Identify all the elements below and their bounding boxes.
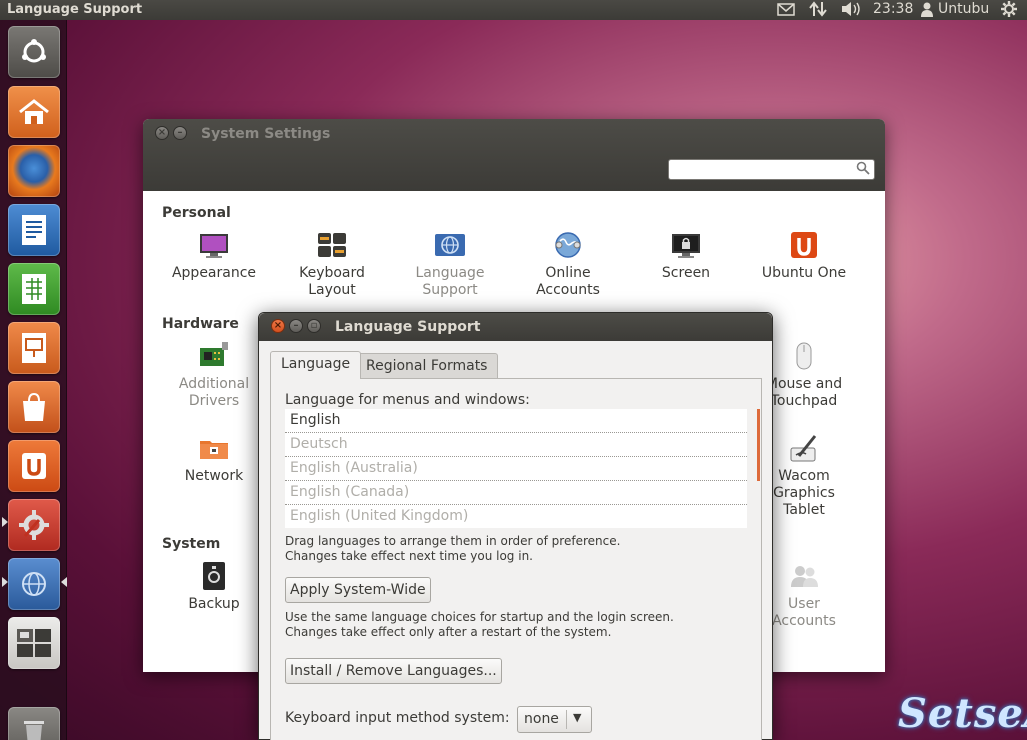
settings-item-ubuntu-one[interactable]: Ubuntu One bbox=[749, 229, 859, 282]
tab-regional-formats[interactable]: Regional Formats bbox=[355, 353, 499, 380]
monitor-appearance-icon bbox=[198, 229, 230, 261]
power-gear-icon[interactable] bbox=[1000, 0, 1018, 22]
language-support-dialog: × – ▫ Language Support Regional Formats … bbox=[258, 312, 773, 740]
search-input[interactable] bbox=[668, 159, 875, 180]
language-list-label: Language for menus and windows: bbox=[285, 392, 530, 408]
language-support-button[interactable] bbox=[8, 558, 60, 610]
settings-item-keyboard-layout[interactable]: Keyboard Layout bbox=[277, 229, 387, 299]
install-remove-languages-button[interactable]: Install / Remove Languages... bbox=[285, 658, 502, 684]
settings-item-screen[interactable]: Screen bbox=[631, 229, 741, 282]
libreoffice-impress-button[interactable] bbox=[8, 322, 60, 374]
user-name[interactable]: Untubu bbox=[938, 1, 989, 17]
mail-icon[interactable] bbox=[776, 0, 796, 22]
language-support-titlebar: × – ▫ Language Support bbox=[259, 313, 772, 341]
section-personal: Personal bbox=[162, 205, 231, 221]
list-item[interactable]: English (Australia) bbox=[285, 457, 747, 481]
ubuntu-logo-icon bbox=[8, 26, 60, 78]
section-system: System bbox=[162, 536, 221, 552]
apply-note-line2: Changes take effect only after a restart… bbox=[285, 625, 612, 639]
home-folder-icon bbox=[8, 86, 60, 138]
settings-item-online-accounts[interactable]: Online Accounts bbox=[513, 229, 623, 299]
calc-spreadsheet-icon bbox=[8, 263, 60, 315]
libreoffice-writer-button[interactable] bbox=[8, 204, 60, 256]
settings-item-appearance[interactable]: Appearance bbox=[159, 229, 269, 282]
home-folder-button[interactable] bbox=[8, 86, 60, 138]
section-hardware: Hardware bbox=[162, 316, 239, 332]
input-method-select[interactable]: none ▼ bbox=[517, 706, 592, 733]
drag-note-line1: Drag languages to arrange them in order … bbox=[285, 534, 621, 548]
top-panel: Language Support 23:38 Untubu bbox=[0, 0, 1027, 20]
libreoffice-calc-button[interactable] bbox=[8, 263, 60, 315]
window-title: System Settings bbox=[201, 126, 331, 142]
system-settings-button[interactable] bbox=[8, 499, 60, 551]
globe-flag-icon bbox=[434, 229, 466, 261]
minimize-icon[interactable]: – bbox=[289, 319, 303, 333]
globe-flag-icon bbox=[8, 558, 60, 610]
select-separator bbox=[566, 710, 567, 729]
ubuntu-one-icon bbox=[8, 440, 60, 492]
pen-tablet-icon bbox=[788, 432, 820, 464]
system-settings-titlebar: × – System Settings bbox=[143, 119, 885, 191]
volume-icon[interactable] bbox=[840, 0, 862, 22]
impress-presentation-icon bbox=[8, 322, 60, 374]
mouse-icon bbox=[788, 340, 820, 372]
keyboard-layout-icon bbox=[316, 229, 348, 261]
language-tab-panel: Language for menus and windows: English … bbox=[270, 378, 762, 740]
online-accounts-globe-icon bbox=[552, 229, 584, 261]
maximize-icon[interactable]: ▫ bbox=[307, 319, 321, 333]
shopping-bag-icon bbox=[8, 381, 60, 433]
watermark-logo: SetseA bbox=[898, 690, 1027, 737]
list-item[interactable]: English (United Kingdom) bbox=[285, 505, 747, 529]
backup-safe-icon bbox=[198, 560, 230, 592]
active-window-title: Language Support bbox=[7, 2, 143, 17]
input-method-value: none bbox=[524, 711, 559, 727]
input-method-label: Keyboard input method system: bbox=[285, 710, 510, 726]
ubuntu-one-button[interactable] bbox=[8, 440, 60, 492]
users-icon bbox=[788, 560, 820, 592]
close-icon[interactable]: × bbox=[271, 319, 285, 333]
language-list[interactable]: English Deutsch English (Australia) Engl… bbox=[285, 409, 760, 529]
launcher bbox=[0, 20, 67, 740]
firefox-button[interactable] bbox=[8, 145, 60, 197]
search-icon bbox=[856, 161, 870, 179]
workspaces-icon bbox=[8, 617, 60, 669]
circuit-board-icon bbox=[198, 340, 230, 372]
settings-item-backup[interactable]: Backup bbox=[159, 560, 269, 613]
close-icon[interactable]: × bbox=[155, 126, 169, 140]
chevron-down-icon: ▼ bbox=[573, 711, 582, 724]
settings-item-language-support[interactable]: Language Support bbox=[395, 229, 505, 299]
list-item[interactable]: English (Canada) bbox=[285, 481, 747, 505]
list-item[interactable]: English bbox=[285, 409, 747, 433]
dialog-title: Language Support bbox=[335, 319, 481, 335]
settings-item-network[interactable]: Network bbox=[159, 432, 269, 485]
ubuntu-one-icon bbox=[788, 229, 820, 261]
apply-system-wide-button[interactable]: Apply System-Wide bbox=[285, 577, 431, 603]
drag-note-line2: Changes take effect next time you log in… bbox=[285, 549, 533, 563]
minimize-icon[interactable]: – bbox=[173, 126, 187, 140]
focused-indicator bbox=[61, 577, 67, 587]
settings-item-additional-drivers[interactable]: Additional Drivers bbox=[159, 340, 269, 410]
software-center-button[interactable] bbox=[8, 381, 60, 433]
screen-lock-icon bbox=[670, 229, 702, 261]
trash-icon bbox=[8, 707, 60, 740]
clock[interactable]: 23:38 bbox=[873, 1, 913, 17]
network-folder-icon bbox=[198, 432, 230, 464]
apply-note-line1: Use the same language choices for startu… bbox=[285, 610, 674, 624]
firefox-icon bbox=[8, 145, 60, 197]
list-item[interactable]: Deutsch bbox=[285, 433, 747, 457]
network-icon[interactable] bbox=[808, 0, 828, 22]
dash-home-button[interactable] bbox=[8, 26, 60, 78]
writer-document-icon bbox=[8, 204, 60, 256]
settings-gear-wrench-icon bbox=[8, 499, 60, 551]
tab-language[interactable]: Language bbox=[270, 351, 362, 379]
workspace-switcher-button[interactable] bbox=[8, 617, 60, 669]
trash-button[interactable] bbox=[8, 707, 60, 740]
user-icon[interactable] bbox=[920, 0, 934, 22]
list-scrollbar[interactable] bbox=[757, 409, 760, 481]
